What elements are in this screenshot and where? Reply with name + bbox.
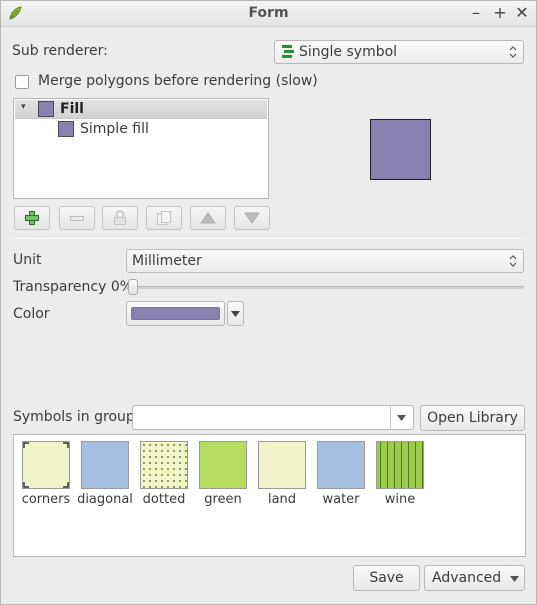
separator <box>11 238 526 239</box>
plus-icon <box>25 211 39 225</box>
color-swatch <box>131 307 220 320</box>
close-button[interactable]: ✕ <box>513 4 531 22</box>
single-symbol-icon <box>282 45 294 58</box>
layer-label-fill: Fill <box>60 101 84 117</box>
symbol-preview-green <box>199 441 247 489</box>
collapse-arrow-icon[interactable]: ▾ <box>21 102 26 112</box>
merge-polygons-checkbox[interactable] <box>15 75 29 89</box>
unit-combo[interactable]: Millimeter <box>126 249 524 273</box>
lock-layer-button[interactable] <box>102 206 138 230</box>
symbol-preview-wine <box>376 441 424 489</box>
minus-icon <box>70 216 84 221</box>
symbol-name: wine <box>384 492 416 507</box>
window-title: Form <box>248 5 289 21</box>
transparency-label: Transparency 0% <box>13 279 134 295</box>
duplicate-icon <box>157 211 171 225</box>
symbol-item-diagonal[interactable]: diagonal <box>75 441 135 507</box>
symbol-preview-water <box>317 441 365 489</box>
spin-arrows-icon <box>509 46 517 58</box>
open-library-button[interactable]: Open Library <box>420 405 525 431</box>
duplicate-layer-button[interactable] <box>146 206 182 230</box>
layer-row-fill[interactable]: ▾ Fill <box>15 100 267 119</box>
symbol-item-dotted[interactable]: dotted <box>134 441 194 507</box>
chevron-down-icon <box>397 415 406 421</box>
unit-label: Unit <box>13 252 42 268</box>
symbol-name: land <box>267 492 297 507</box>
move-up-button[interactable] <box>190 206 226 230</box>
save-button[interactable]: Save <box>353 565 420 591</box>
minimize-button[interactable]: – <box>467 4 485 22</box>
advanced-label: Advanced <box>432 570 502 586</box>
fill-swatch <box>38 101 54 117</box>
advanced-button[interactable]: Advanced <box>424 565 525 591</box>
symbol-preview-land <box>258 441 306 489</box>
color-label: Color <box>13 306 50 322</box>
layer-label-simple-fill: Simple fill <box>80 121 149 137</box>
symbol-name: water <box>322 492 360 507</box>
color-button[interactable] <box>126 301 225 326</box>
symbol-name: dotted <box>142 492 186 507</box>
symbol-name: corners <box>21 492 71 507</box>
corners-pattern-icon <box>23 442 69 488</box>
lock-icon <box>114 210 126 225</box>
arrow-down-icon <box>244 212 260 224</box>
spin-arrows-icon <box>509 255 517 267</box>
color-menu-button[interactable] <box>227 301 244 326</box>
symbol-item-water[interactable]: water <box>311 441 371 507</box>
symbol-preview <box>370 119 431 180</box>
symbol-item-wine[interactable]: wine <box>370 441 430 507</box>
chevron-down-icon <box>510 576 519 582</box>
sub-renderer-value: Single symbol <box>299 44 398 60</box>
symbol-preview-diagonal <box>81 441 129 489</box>
add-layer-button[interactable] <box>14 206 50 230</box>
move-down-button[interactable] <box>234 206 270 230</box>
symbol-preview-dotted <box>140 441 188 489</box>
symbol-item-corners[interactable]: corners <box>16 441 76 507</box>
sub-renderer-label: Sub renderer: <box>12 43 108 59</box>
symbol-name: diagonal <box>77 492 133 507</box>
unit-value: Millimeter <box>132 253 202 269</box>
group-combo[interactable] <box>132 405 414 430</box>
layer-row-simple-fill[interactable]: Simple fill <box>15 120 267 139</box>
transparency-slider-handle[interactable] <box>128 279 138 295</box>
symbols-in-group-label: Symbols in group <box>13 409 135 425</box>
sub-renderer-combo[interactable]: Single symbol <box>274 40 524 64</box>
remove-layer-button[interactable] <box>59 206 95 230</box>
chevron-down-icon <box>231 311 240 317</box>
symbol-name: green <box>204 492 242 507</box>
merge-polygons-label: Merge polygons before rendering (slow) <box>38 73 318 89</box>
symbol-preview-corners <box>22 441 70 489</box>
transparency-slider-track[interactable] <box>129 286 524 289</box>
symbol-item-land[interactable]: land <box>252 441 312 507</box>
symbol-layers-tree: ▾ Fill Simple fill <box>13 98 269 199</box>
title-bar: Form – + ✕ <box>1 1 536 27</box>
symbol-form-window: Form – + ✕ Sub renderer: Single symbol M… <box>0 0 537 605</box>
arrow-up-icon <box>200 212 216 224</box>
maximize-button[interactable]: + <box>491 4 509 22</box>
simple-fill-swatch <box>58 121 74 137</box>
symbol-item-green[interactable]: green <box>193 441 253 507</box>
